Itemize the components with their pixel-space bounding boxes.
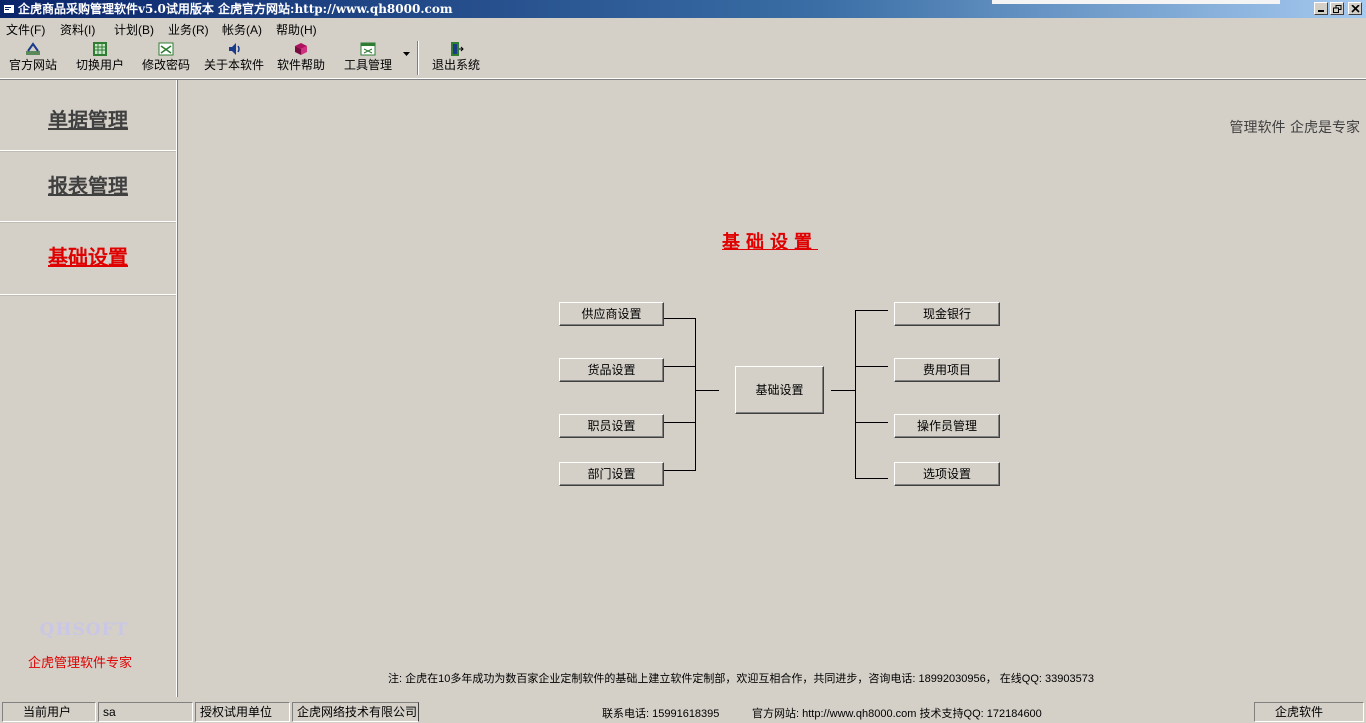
operator-management-button[interactable]: 操作员管理 [894,414,1000,438]
option-settings-button[interactable]: 选项设置 [894,462,1000,486]
department-settings-button[interactable]: 部门设置 [559,462,664,486]
license-label: 授权试用单位 [195,702,290,722]
supplier-settings-button[interactable]: 供应商设置 [559,302,664,326]
website-support: 官方网站: http://www.qh8000.com 技术支持QQ: 1721… [752,708,1042,720]
basic-settings-center-button[interactable]: 基础设置 [735,366,824,414]
goods-settings-button[interactable]: 货品设置 [559,358,664,382]
license-value: 企虎网络技术有限公司 [292,702,419,722]
footer-note: 注: 企虎在10多年成功为数百家企业定制软件的基础上建立软件定制部，欢迎互相合作… [388,673,1094,685]
staff-settings-button[interactable]: 职员设置 [559,414,664,438]
contact-phone: 联系电话: 15991618395 [602,708,720,720]
diagram-connectors [664,310,888,479]
current-user-value: sa [98,702,193,722]
status-bar: 当前用户 sa 授权试用单位 企虎网络技术有限公司 联系电话: 15991618… [0,700,1366,723]
status-brand: 企虎软件 [1254,702,1364,722]
expense-items-button[interactable]: 费用项目 [894,358,1000,382]
cash-bank-button[interactable]: 现金银行 [894,302,1000,326]
current-user-label: 当前用户 [2,702,96,722]
